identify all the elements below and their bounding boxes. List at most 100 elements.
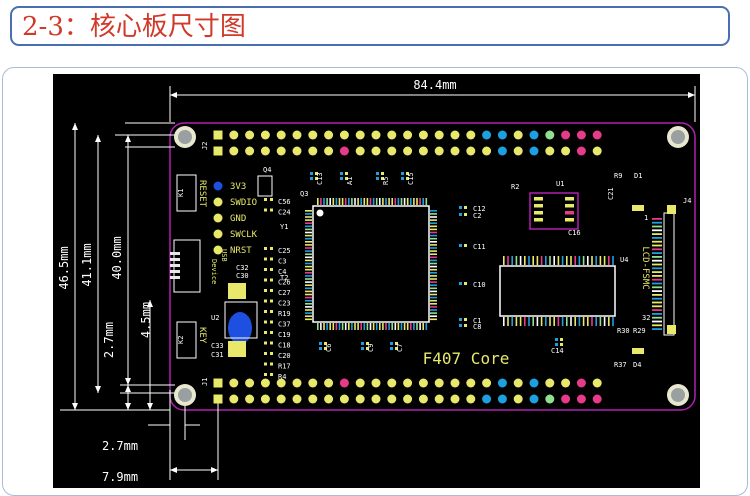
mcu-pin	[394, 198, 397, 205]
r30-label: R30	[617, 327, 630, 335]
header-pin	[497, 378, 507, 388]
u1-pad	[534, 204, 543, 208]
header-pin	[245, 394, 255, 404]
power-label: 3V3	[230, 182, 246, 192]
lcd-connector-pin	[652, 320, 662, 323]
header-pin	[371, 130, 381, 140]
header-pin	[513, 378, 523, 388]
u1-label: U1	[556, 180, 564, 188]
sdram-pin	[553, 256, 555, 265]
cap-pad	[376, 172, 379, 175]
header-pin	[466, 378, 476, 388]
mcu-pin	[410, 323, 412, 330]
cap-pad	[270, 373, 273, 376]
sdram-pin	[515, 317, 518, 326]
left-small-dim-arrow-start	[125, 385, 131, 392]
usb-label: USB	[220, 249, 228, 262]
header-pin	[339, 146, 349, 156]
mcu-pin	[422, 323, 424, 330]
usb-pin	[170, 258, 180, 261]
ref-label: C24	[278, 209, 291, 217]
mcu-pin	[305, 210, 312, 212]
header-pin	[497, 130, 507, 140]
sdram-pin	[536, 317, 539, 326]
cap-pad	[264, 331, 267, 334]
header-pin	[545, 130, 555, 140]
bottom-7-9-dim-arrow-end	[211, 467, 218, 473]
header-pin	[418, 146, 428, 156]
cap-label: C7	[396, 344, 404, 352]
mcu-pin	[360, 198, 362, 205]
mcu-pin	[366, 198, 369, 205]
cap-pad	[464, 213, 467, 216]
cap-pad	[401, 172, 404, 175]
header-pin	[529, 378, 539, 388]
cap-pad	[270, 320, 273, 324]
lcd-connector-pin	[652, 218, 662, 220]
header-pin	[260, 146, 270, 156]
cap-pad	[459, 206, 462, 209]
sdram-pin	[545, 256, 547, 265]
pin1-label: 1	[644, 214, 648, 222]
mcu-pin	[305, 228, 312, 231]
lcd-anchor-pad	[667, 325, 676, 334]
header-pin	[403, 394, 413, 404]
mcu-pin	[430, 272, 437, 274]
mcu-pin	[413, 198, 415, 205]
mcu-pin	[305, 256, 312, 259]
mcu-pin	[430, 244, 437, 246]
mcu-pin	[369, 198, 372, 205]
header-pin	[434, 394, 444, 404]
sdram-pin	[582, 256, 585, 265]
usb-device-label: Device	[210, 259, 218, 284]
mcu-pin	[305, 247, 312, 249]
header-pin	[324, 130, 334, 140]
mcu-pin	[305, 231, 312, 234]
mcu-pin	[323, 323, 325, 330]
mcu-pin	[305, 241, 312, 243]
mcu-pin	[357, 323, 359, 330]
ref-label: R17	[278, 363, 291, 371]
mcu-pin	[430, 262, 437, 265]
header-pin	[403, 378, 413, 388]
mcu-pin	[338, 198, 341, 205]
header-pin	[545, 146, 555, 156]
ref-label: C26	[278, 279, 291, 287]
mcu-pin	[379, 198, 381, 205]
cap-pad	[264, 208, 267, 212]
header-pin	[387, 130, 397, 140]
header-pin	[529, 146, 539, 156]
usb-pin	[170, 276, 180, 279]
sdram-pin	[570, 256, 572, 265]
mcu-pin	[430, 278, 437, 280]
power-label: GND	[230, 214, 246, 224]
mcu-pin	[430, 213, 437, 215]
header-pin	[229, 394, 239, 404]
mcu-pin	[430, 241, 437, 243]
header-pin	[292, 394, 302, 404]
sdram-pin	[570, 317, 572, 326]
mcu-pin	[305, 287, 312, 290]
mcu-pin	[305, 278, 312, 280]
mcu-pin	[305, 216, 312, 218]
header-pin	[513, 130, 523, 140]
left-small-dim-arrow-end	[125, 403, 131, 410]
lcd-anchor-pad	[667, 205, 676, 214]
ref-label: C23	[278, 300, 291, 308]
cap-pad	[264, 352, 267, 355]
led-pad	[632, 348, 644, 354]
test-pad	[213, 229, 223, 239]
header-pin	[545, 394, 555, 404]
r9-label: R9	[614, 172, 622, 180]
sdram-pin	[561, 317, 564, 326]
mcu-pin	[430, 216, 437, 218]
mcu-pin	[391, 323, 393, 330]
mcu-pin	[305, 290, 312, 293]
mcu-pin	[326, 323, 328, 330]
sdram-pin	[608, 256, 610, 265]
pad-block	[228, 283, 246, 299]
cap-pad	[464, 318, 467, 321]
mcu-pin	[430, 296, 437, 299]
mcu-pin	[397, 198, 400, 205]
sdram-body	[499, 265, 616, 317]
